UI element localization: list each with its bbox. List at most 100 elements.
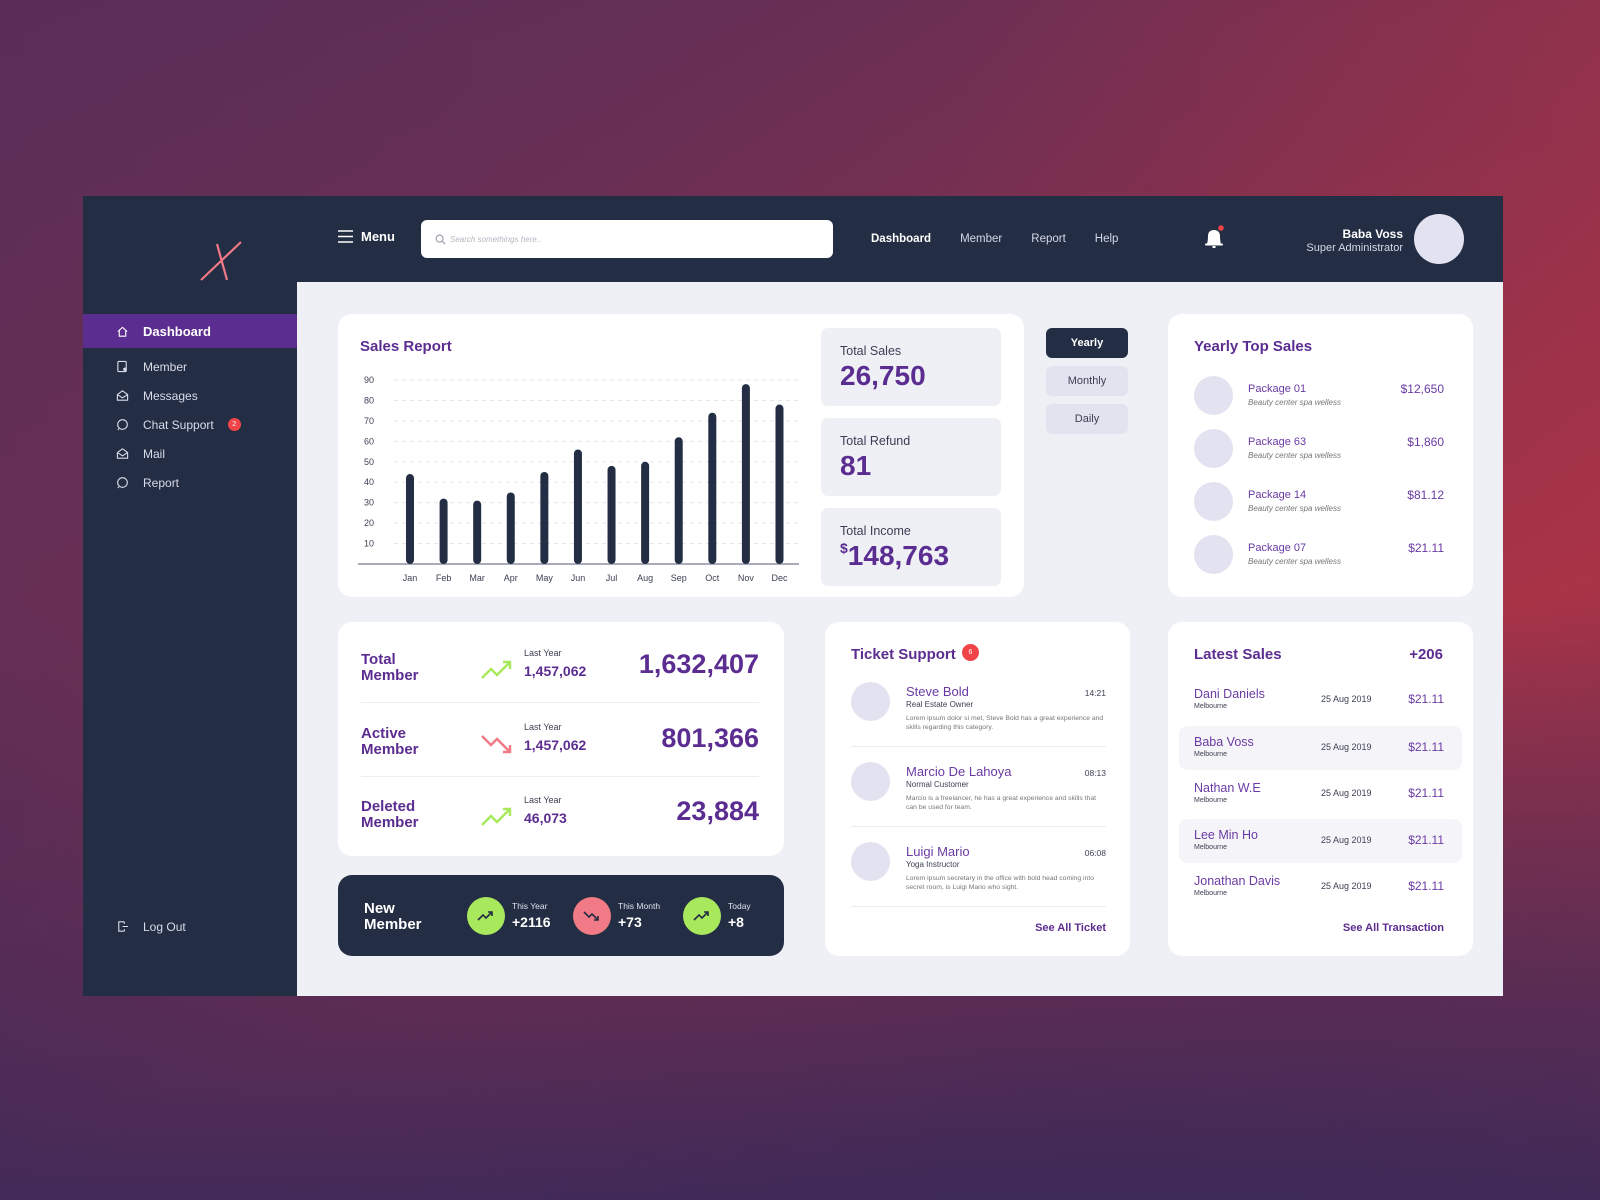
y-tick-label: 90 [364,375,374,385]
ticket-message: Marcio is a freelancer, he has a great e… [906,795,1097,811]
notification-bell-icon[interactable] [1202,224,1226,252]
x-tick-label: Jun [571,573,586,583]
top-sales-item[interactable]: Package 63 Beauty center spa welless $1,… [1194,429,1444,469]
x-tick-label: Sep [671,573,687,583]
bar-dec [775,404,784,564]
see-all-ticket-link[interactable]: See All Ticket [1035,922,1106,934]
sale-row[interactable]: Lee Min Ho Melbourne 25 Aug 2019 $21.11 [1179,819,1462,863]
total-sales-value: 26,750 [840,360,926,391]
latest-sales-count: +206 [1409,646,1443,663]
y-tick-label: 80 [364,395,374,405]
search-bar[interactable] [421,220,833,258]
period-monthly-button[interactable]: Monthly [1046,366,1128,396]
sale-row[interactable]: Dani Daniels Melbourne 25 Aug 2019 $21.1… [1179,678,1462,722]
period-daily-button[interactable]: Daily [1046,404,1128,434]
member-count: 23,884 [676,796,759,826]
period-yearly-button[interactable]: Yearly [1046,328,1128,358]
logo-x-icon[interactable] [197,240,247,282]
top-nav-dashboard[interactable]: Dashboard [871,233,931,245]
ticket-name: Marcio De Lahoya [906,764,1012,779]
member-label-line1: Total [361,651,396,668]
x-tick-label: Feb [436,573,452,583]
y-tick-label: 70 [364,416,374,426]
ticket-item[interactable]: Luigi Mario 06:08 Yoga Instructor Lorem … [851,842,1106,914]
latest-sales-title: Latest Sales [1194,646,1282,663]
search-icon [435,234,446,245]
sale-row[interactable]: Baba Voss Melbourne 25 Aug 2019 $21.11 [1179,726,1462,770]
see-all-transaction-link[interactable]: See All Transaction [1343,922,1444,934]
top-sales-item[interactable]: Package 01 Beauty center spa welless $12… [1194,376,1444,416]
sales-report-title: Sales Report [360,338,452,355]
menu-button[interactable]: Menu [338,229,395,244]
period-value: +73 [618,914,642,930]
last-year-label: Last Year [524,722,562,732]
sale-date: 25 Aug 2019 [1321,788,1372,798]
package-value: $81.12 [1407,488,1444,502]
bar-jul [607,465,616,564]
sale-row[interactable]: Nathan W.E Melbourne 25 Aug 2019 $21.11 [1179,772,1462,816]
customer-name: Baba Voss [1194,735,1254,749]
top-sales-item[interactable]: Package 14 Beauty center spa welless $81… [1194,482,1444,522]
sidebar-item-mail[interactable]: Mail [83,439,297,468]
sidebar-item-messages[interactable]: Messages [83,381,297,410]
sidebar-item-dashboard[interactable]: Dashboard [83,314,297,348]
total-sales-box: Total Sales 26,750 [821,328,1001,406]
member-count: 1,632,407 [638,649,759,679]
ticket-avatar [851,682,890,721]
package-value: $1,860 [1407,435,1444,449]
logout-label: Log Out [143,919,186,934]
sidebar-item-report[interactable]: Report [83,468,297,497]
sale-amount: $21.11 [1408,879,1444,893]
x-tick-label: Mar [469,573,485,583]
x-tick-label: Jul [606,573,618,583]
ticket-item[interactable]: Steve Bold 14:21 Real Estate Owner Lorem… [851,682,1106,754]
last-year-value: 46,073 [524,810,567,826]
sale-date: 25 Aug 2019 [1321,835,1372,845]
package-desc: Beauty center spa welless [1248,557,1341,566]
user-info[interactable]: Baba Voss Super Administrator [1306,227,1403,254]
ticket-role: Yoga Instructor [906,860,960,869]
top-sales-title: Yearly Top Sales [1194,338,1313,355]
period-value: +8 [728,914,744,930]
new-member-label-line1: New [364,900,395,917]
total-income-value: $148,763 [840,540,982,572]
divider [851,906,1106,907]
search-input[interactable] [450,234,810,244]
active-member-row: Active Member Last Year 1,457,062 801,366 [361,722,759,799]
sale-amount: $21.11 [1408,833,1444,847]
package-thumbnail [1194,535,1233,574]
currency-symbol: $ [840,540,848,556]
ticket-message: Lorem ipsum secretary in the office with… [906,875,1095,891]
total-refund-box: Total Refund 81 [821,418,1001,496]
logout-button[interactable]: Log Out [83,912,297,941]
sidebar-nav: Dashboard Member Messages Chat Support 2… [83,314,297,497]
divider [361,702,759,703]
trend-up-icon [683,897,721,935]
bar-mar [473,500,482,564]
x-tick-label: Aug [637,573,653,583]
member-label: Total Member [361,652,419,684]
ticket-item[interactable]: Marcio De Lahoya 08:13 Normal Customer M… [851,762,1106,834]
top-sales-item[interactable]: Package 07 Beauty center spa welless $21… [1194,535,1444,575]
sidebar-item-member[interactable]: Member [83,352,297,381]
customer-name: Nathan W.E [1194,781,1261,795]
top-nav-report[interactable]: Report [1031,233,1066,245]
y-tick-label: 10 [364,539,374,549]
member-label-line2: Member [361,667,419,684]
sidebar-item-chat-support[interactable]: Chat Support 2 [83,410,297,439]
customer-city: Melbourne [1194,797,1228,804]
top-nav-member[interactable]: Member [960,233,1002,245]
user-avatar[interactable] [1414,214,1464,264]
chat-support-badge: 2 [227,418,241,431]
bar-sep [674,437,683,564]
sale-row[interactable]: Jonathan Davis Melbourne 25 Aug 2019 $21… [1179,865,1462,909]
customer-name: Jonathan Davis [1194,874,1281,888]
member-label-line2: Member [361,814,419,831]
home-icon [115,324,129,338]
package-desc: Beauty center spa welless [1248,398,1341,407]
member-label-line2: Member [361,741,419,758]
sale-amount: $21.11 [1408,692,1444,706]
user-role: Super Administrator [1306,242,1403,254]
top-nav-help[interactable]: Help [1095,233,1119,245]
bar-aug [641,461,650,564]
